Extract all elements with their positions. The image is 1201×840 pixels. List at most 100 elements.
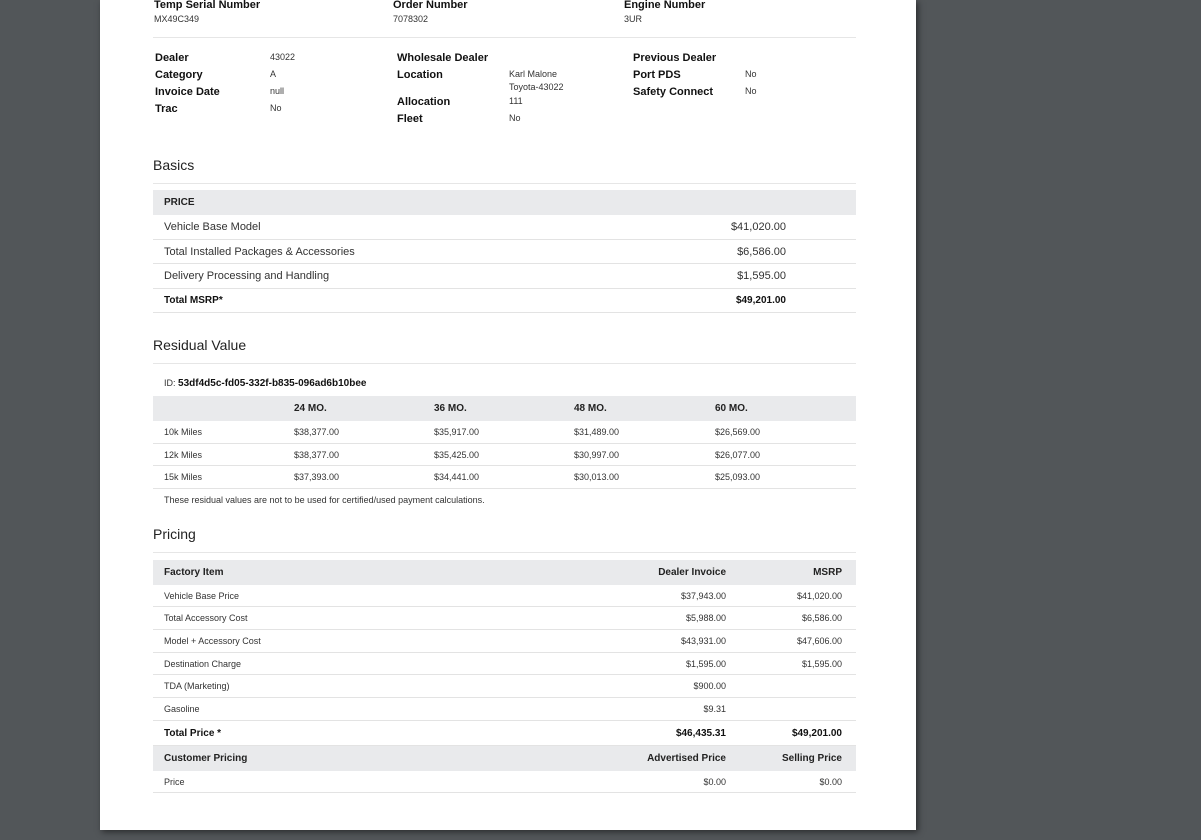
price-band: PRICE — [153, 190, 856, 215]
safety-connect-label: Safety Connect — [633, 86, 714, 98]
table-row: 12k Miles $38,377.00 $35,425.00 $30,997.… — [153, 444, 856, 466]
fleet-value: No — [509, 113, 521, 123]
total-price-msrp: $49,201.00 — [791, 727, 842, 739]
category-value: A — [270, 69, 277, 79]
engine-number-label: Engine Number — [624, 0, 706, 11]
pricing-title: Pricing — [153, 526, 856, 553]
pricing-table: Factory Item Dealer Invoice MSRP Vehicle… — [153, 559, 856, 794]
pricing-item-label: Destination Charge — [164, 658, 242, 669]
residual-id-value: 53df4d5c-fd05-332f-b835-096ad6b10bee — [178, 378, 367, 389]
location-value-line2: Toyota-43022 — [509, 82, 564, 92]
trac-label: Trac — [155, 103, 178, 115]
customer-price-label: Price — [164, 776, 185, 787]
dealer-invoice-header: Dealer Invoice — [658, 566, 726, 578]
detail-row: Port PDS No — [633, 69, 853, 86]
table-row: TDA (Marketing) $900.00 — [153, 675, 856, 698]
residual-header: 24 MO. 36 MO. 48 MO. 60 MO. — [153, 396, 856, 421]
details-column-3: Previous Dealer Port PDS No Safety Conne… — [633, 52, 853, 103]
detail-row: Invoice Date null — [155, 86, 385, 103]
price-row-value: $6,586.00 — [737, 245, 786, 258]
residual-title: Residual Value — [153, 337, 856, 364]
residual-cell: $26,077.00 — [715, 449, 761, 460]
col-24mo: 24 MO. — [294, 403, 327, 414]
table-row: Total MSRP* $49,201.00 — [153, 289, 856, 313]
table-row: Delivery Processing and Handling $1,595.… — [153, 264, 856, 289]
col-36mo: 36 MO. — [434, 403, 467, 414]
detail-row: Previous Dealer — [633, 52, 853, 69]
pricing-total-row: Total Price * $46,435.31 $49,201.00 — [153, 721, 856, 746]
trac-value: No — [270, 103, 282, 113]
pricing-item-label: Gasoline — [164, 703, 200, 714]
details-column-2: Wholesale Dealer Location Karl Malone To… — [397, 52, 627, 130]
location-value-line1: Karl Malone — [509, 69, 558, 79]
total-price-label: Total Price * — [164, 727, 222, 739]
table-row: Total Accessory Cost $5,988.00 $6,586.00 — [153, 607, 856, 630]
temp-serial-value: MX49C349 — [154, 14, 200, 24]
pricing-invoice-value: $9.31 — [703, 703, 726, 714]
col-48mo: 48 MO. — [574, 403, 607, 414]
port-pds-label: Port PDS — [633, 69, 681, 81]
factory-item-header: Factory Item — [164, 566, 224, 578]
total-msrp-value: $49,201.00 — [735, 294, 786, 306]
residual-cell: $26,569.00 — [715, 427, 761, 437]
details-column-1: Dealer 43022 Category A Invoice Date nul… — [155, 52, 385, 120]
port-pds-value: No — [745, 69, 757, 79]
residual-cell: $30,013.00 — [574, 472, 620, 482]
pricing-invoice-value: $900.00 — [693, 681, 726, 692]
temp-serial-block: Temp Serial Number MX49C349 — [154, 0, 260, 24]
engine-number-block: Engine Number 3UR — [624, 0, 705, 24]
vehicle-identifiers: Temp Serial Number MX49C349 Order Number… — [153, 0, 856, 38]
detail-row: Category A — [155, 69, 385, 86]
residual-note: These residual values are not to be used… — [164, 494, 485, 505]
residual-cell: $30,997.00 — [574, 449, 620, 460]
advertised-price-header: Advertised Price — [647, 752, 726, 764]
invoice-date-value: null — [270, 86, 285, 96]
order-number-value: 7078302 — [393, 14, 429, 24]
basics-title: Basics — [153, 157, 856, 184]
invoice-date-label: Invoice Date — [155, 86, 220, 98]
category-label: Category — [155, 69, 203, 81]
dealer-details: Dealer 43022 Category A Invoice Date nul… — [153, 38, 856, 133]
residual-cell: $35,917.00 — [434, 427, 480, 437]
table-row: Destination Charge $1,595.00 $1,595.00 — [153, 653, 856, 676]
mileage-label: 15k Miles — [164, 472, 203, 482]
table-row: Gasoline $9.31 — [153, 698, 856, 721]
price-row-value: $41,020.00 — [730, 221, 786, 233]
pricing-msrp-value: $1,595.00 — [801, 658, 842, 669]
residual-cell: $31,489.00 — [574, 427, 620, 437]
pricing-item-label: Model + Accessory Cost — [164, 635, 261, 646]
detail-row: Allocation 111 — [397, 96, 627, 113]
table-row: Price $0.00 $0.00 — [153, 771, 856, 794]
location-label: Location — [397, 69, 443, 81]
allocation-label: Allocation — [397, 96, 451, 108]
residual-cell: $38,377.00 — [294, 449, 340, 460]
detail-row: Wholesale Dealer — [397, 52, 627, 69]
col-60mo: 60 MO. — [715, 403, 748, 414]
document-content: Temp Serial Number MX49C349 Order Number… — [153, 0, 856, 794]
temp-serial-label: Temp Serial Number — [154, 0, 261, 11]
detail-row: Fleet No — [397, 113, 627, 130]
fleet-label: Fleet — [397, 113, 423, 125]
price-row-label: Vehicle Base Model — [164, 221, 261, 233]
pricing-item-label: Total Accessory Cost — [164, 613, 248, 624]
document-page: Temp Serial Number MX49C349 Order Number… — [100, 0, 916, 830]
table-row: 10k Miles $38,377.00 $35,917.00 $31,489.… — [153, 421, 856, 444]
wholesale-dealer-label: Wholesale Dealer — [397, 52, 489, 64]
pricing-invoice-value: $37,943.00 — [680, 590, 726, 601]
residual-cell: $25,093.00 — [715, 472, 761, 482]
order-number-block: Order Number 7078302 — [393, 0, 468, 24]
customer-pricing-header: Customer Pricing Advertised Price Sellin… — [153, 745, 856, 771]
order-number-label: Order Number — [393, 0, 468, 11]
pricing-item-label: Vehicle Base Price — [164, 590, 240, 601]
total-msrp-label: Total MSRP* — [164, 294, 223, 306]
pricing-msrp-value: $41,020.00 — [796, 590, 842, 601]
mileage-label: 12k Miles — [164, 449, 203, 460]
table-row: Model + Accessory Cost $43,931.00 $47,60… — [153, 630, 856, 653]
dealer-value: 43022 — [270, 52, 296, 62]
pricing-msrp-value: $47,606.00 — [796, 635, 842, 646]
customer-pricing-label: Customer Pricing — [164, 752, 248, 764]
price-band-label: PRICE — [164, 197, 195, 208]
engine-number-value: 3UR — [624, 14, 643, 24]
pricing-item-label: TDA (Marketing) — [164, 681, 230, 692]
detail-row: Location Karl Malone Toyota-43022 — [397, 69, 627, 96]
